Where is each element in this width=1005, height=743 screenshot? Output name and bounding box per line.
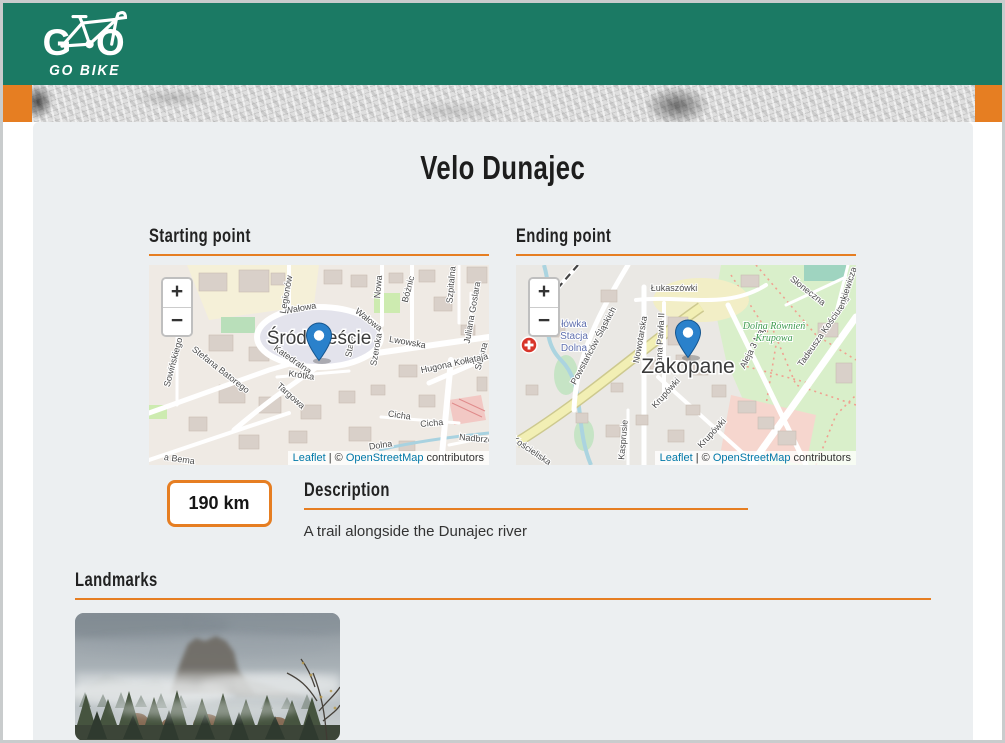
- svg-text:Dolna: Dolna: [561, 343, 588, 354]
- app-header: G O G: [3, 3, 1002, 85]
- starting-point-section: Starting point: [149, 226, 489, 465]
- zoom-in-button[interactable]: +: [530, 279, 558, 307]
- main-content: Velo Dunajec Starting point: [33, 122, 973, 740]
- description-text: A trail alongside the Dunajec river: [304, 523, 748, 540]
- attribution-suffix: contributors: [423, 452, 484, 464]
- starting-point-heading: Starting point: [149, 226, 489, 256]
- leaflet-link[interactable]: Leaflet: [293, 452, 326, 464]
- svg-text:Krupowa: Krupowa: [754, 333, 792, 344]
- zoom-out-button[interactable]: −: [530, 307, 558, 335]
- map-attribution: Leaflet | © OpenStreetMap contributors: [288, 451, 489, 465]
- route-maps-row: Starting point: [33, 226, 973, 465]
- map-tiles: Łukaszówki Słoneczna Nowotarska Jana Paw…: [516, 265, 856, 465]
- svg-text:łówka: łówka: [561, 319, 587, 330]
- brand-name: GO BIKE: [49, 62, 120, 79]
- zoom-out-button[interactable]: −: [163, 307, 191, 335]
- leaflet-link[interactable]: Leaflet: [660, 452, 693, 464]
- zoom-in-button[interactable]: +: [163, 279, 191, 307]
- description-heading: Description: [304, 480, 748, 510]
- landmarks-heading: Landmarks: [75, 570, 931, 600]
- attribution-separator: | ©: [326, 452, 346, 464]
- app-window: G O G: [0, 0, 1005, 743]
- bicycle-logo-icon: G O: [39, 9, 131, 61]
- medical-poi-icon: [521, 337, 537, 353]
- svg-text:Łukaszówki: Łukaszówki: [651, 283, 698, 293]
- detail-row: 190 km Description A trail alongside the…: [167, 480, 973, 540]
- gobike-logo[interactable]: G O G: [35, 9, 135, 79]
- hero-banner-texture: [32, 85, 975, 122]
- attribution-separator: | ©: [693, 452, 713, 464]
- distance-badge: 190 km: [167, 480, 272, 527]
- station-label: łówka Stacja Dolna: [560, 319, 588, 354]
- svg-text:O: O: [96, 22, 125, 61]
- osm-link[interactable]: OpenStreetMap: [713, 452, 791, 464]
- page-title: Velo Dunajec: [33, 146, 973, 190]
- ending-point-heading: Ending point: [516, 226, 856, 256]
- svg-text:Dolna Równień: Dolna Równień: [742, 321, 806, 332]
- landmarks-section: Landmarks: [75, 570, 931, 740]
- landmark-photo-image: [75, 613, 340, 740]
- map-tiles: Wałowa Wałowa Legionów Nowa Bóżnic Szpit…: [149, 265, 489, 465]
- svg-text:Cicha: Cicha: [420, 417, 444, 429]
- map-zoom-control: + −: [161, 277, 193, 337]
- ending-point-section: Ending point: [516, 226, 856, 465]
- landmark-photo: [75, 613, 340, 740]
- osm-link[interactable]: OpenStreetMap: [346, 452, 424, 464]
- ending-point-map[interactable]: Łukaszówki Słoneczna Nowotarska Jana Paw…: [516, 265, 856, 465]
- description-section: Description A trail alongside the Dunaje…: [304, 480, 748, 540]
- svg-text:Stacja: Stacja: [560, 331, 588, 342]
- svg-text:Nowa: Nowa: [372, 275, 384, 299]
- starting-point-map[interactable]: Wałowa Wałowa Legionów Nowa Bóżnic Szpit…: [149, 265, 489, 465]
- attribution-suffix: contributors: [790, 452, 851, 464]
- map-attribution: Leaflet | © OpenStreetMap contributors: [655, 451, 856, 465]
- hero-banner: [3, 85, 1002, 122]
- map-zoom-control: + −: [528, 277, 560, 337]
